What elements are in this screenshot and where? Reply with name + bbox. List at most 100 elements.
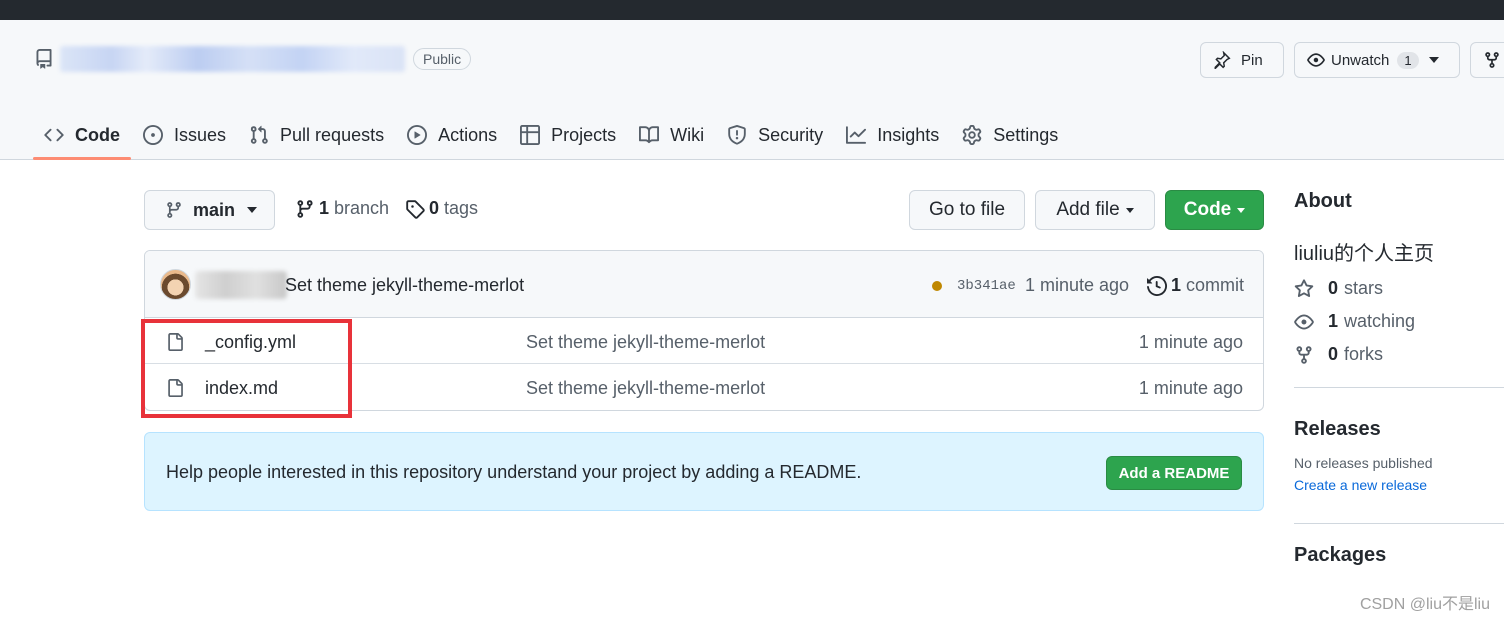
tab-wiki[interactable]: Wiki (628, 112, 715, 158)
latest-commit-row: Set theme jekyll-theme-merlot 3b341ae 1 … (145, 251, 1263, 318)
commit-history-link[interactable]: 1 commit (1147, 275, 1244, 296)
commit-author-redacted[interactable] (195, 271, 287, 299)
add-file-label: Add file (1056, 199, 1120, 220)
watching-count: 1 (1328, 311, 1339, 331)
star-icon (1294, 278, 1314, 297)
file-browser: Set theme jekyll-theme-merlot 3b341ae 1 … (144, 250, 1264, 411)
tab-label: Projects (551, 124, 617, 145)
readme-banner-text: Help people interested in this repositor… (166, 462, 862, 482)
unwatch-label: Unwatch (1331, 51, 1390, 69)
sidebar-divider (1294, 387, 1504, 388)
watching-word: watching (1344, 311, 1416, 331)
pull-request-icon (250, 125, 268, 144)
about-description: liuliu的个人主页 (1294, 243, 1435, 265)
book-icon (639, 126, 660, 144)
tag-icon (406, 199, 425, 219)
eye-icon (1294, 314, 1314, 329)
file-commit-message[interactable]: Set theme jekyll-theme-merlot (526, 378, 765, 399)
code-button[interactable]: Code (1165, 190, 1264, 230)
gear-icon (962, 125, 982, 145)
pin-button[interactable]: Pin (1200, 42, 1284, 78)
chevron-down-icon (1237, 207, 1246, 213)
file-time: 1 minute ago (1138, 332, 1243, 352)
branch-count: 1 (319, 198, 330, 218)
commit-sha[interactable]: 3b341ae (957, 278, 1016, 294)
table-icon (520, 125, 541, 145)
eye-icon (1307, 53, 1325, 67)
go-to-file-button[interactable]: Go to file (909, 190, 1025, 230)
tag-count: 0 (429, 198, 440, 218)
chevron-down-icon (247, 207, 258, 213)
stars-link[interactable]: 0 stars (1294, 278, 1504, 299)
branch-icon (297, 199, 313, 218)
about-heading: About (1294, 190, 1352, 212)
branch-select-button[interactable]: main (144, 190, 275, 230)
file-name[interactable]: index.md (205, 378, 278, 399)
repo-icon (36, 49, 52, 69)
file-time: 1 minute ago (1138, 378, 1243, 398)
forks-count: 0 (1328, 344, 1339, 364)
fork-button[interactable] (1470, 42, 1504, 78)
file-commit-message[interactable]: Set theme jekyll-theme-merlot (526, 332, 765, 353)
unwatch-button[interactable]: Unwatch 1 (1294, 42, 1460, 78)
no-releases-text: No releases published (1294, 455, 1433, 471)
create-release-link[interactable]: Create a new release (1294, 477, 1504, 493)
tab-label: Security (758, 124, 824, 145)
file-icon (168, 333, 183, 351)
file-row[interactable]: _config.yml Set theme jekyll-theme-merlo… (145, 318, 1263, 364)
chevron-down-icon (1125, 207, 1134, 213)
tab-label: Insights (877, 124, 940, 145)
file-icon (168, 379, 183, 397)
commit-message[interactable]: Set theme jekyll-theme-merlot (285, 275, 524, 296)
tab-actions[interactable]: Actions (396, 112, 508, 158)
packages-heading[interactable]: Packages (1294, 544, 1504, 567)
file-row[interactable]: index.md Set theme jekyll-theme-merlot 1… (145, 364, 1263, 410)
go-to-file-label: Go to file (928, 199, 1006, 220)
fork-icon (1485, 52, 1499, 68)
branch-name: main (193, 199, 236, 220)
tag-word: tags (444, 198, 479, 218)
visibility-badge: Public (413, 48, 472, 70)
watching-link[interactable]: 1 watching (1294, 311, 1504, 332)
chevron-down-icon[interactable] (1428, 57, 1439, 63)
tab-label: Issues (174, 124, 227, 145)
branches-link[interactable]: 1 branch (295, 198, 389, 219)
shield-icon (728, 125, 746, 145)
tab-pull-requests[interactable]: Pull requests (238, 112, 395, 158)
forks-link[interactable]: 0 forks (1294, 344, 1504, 365)
commit-word: commit (1186, 275, 1245, 295)
branch-icon (167, 202, 181, 218)
commit-status-dot[interactable] (932, 281, 942, 291)
tab-code[interactable]: Code (33, 112, 131, 160)
commit-count: 1 (1171, 275, 1182, 295)
add-file-button[interactable]: Add file (1035, 190, 1155, 230)
watermark: CSDN @liu不是liu (1359, 596, 1490, 613)
tab-label: Settings (993, 124, 1059, 145)
branch-word: branch (334, 198, 390, 218)
add-readme-button[interactable]: Add a README (1106, 456, 1242, 490)
pin-label: Pin (1241, 51, 1263, 69)
stars-count: 0 (1328, 278, 1339, 298)
forks-word: forks (1344, 344, 1384, 364)
tab-settings[interactable]: Settings (951, 112, 1069, 158)
code-icon (44, 128, 64, 142)
file-name[interactable]: _config.yml (205, 332, 296, 353)
watch-counter: 1 (1397, 51, 1419, 69)
repo-nav: Code Issues Pull requests Actions Projec… (33, 112, 1070, 160)
tab-label: Pull requests (280, 124, 385, 145)
tab-security[interactable]: Security (716, 112, 834, 158)
tags-link[interactable]: 0 tags (405, 198, 478, 219)
pin-icon (1214, 51, 1231, 69)
tab-insights[interactable]: Insights (835, 112, 950, 158)
avatar[interactable] (160, 269, 191, 300)
fork-icon (1296, 345, 1312, 364)
commit-time: 1 minute ago (1025, 275, 1130, 295)
repo-title: Public (34, 46, 472, 72)
tab-projects[interactable]: Projects (509, 112, 627, 158)
repo-name-redacted[interactable] (60, 46, 405, 72)
tab-issues[interactable]: Issues (132, 112, 237, 158)
repo-header: Public Pin Unwatch 1 Code Issues Pull re… (0, 20, 1504, 160)
code-label: Code (1183, 199, 1232, 220)
add-readme-label: Add a README (1118, 464, 1230, 482)
releases-heading[interactable]: Releases (1294, 418, 1504, 441)
